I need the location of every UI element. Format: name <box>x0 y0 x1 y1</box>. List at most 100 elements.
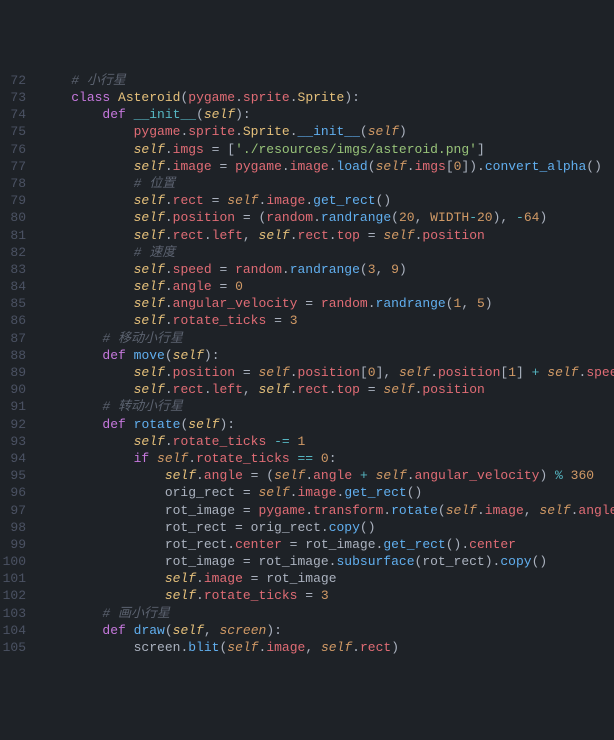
token-prop: transform <box>313 503 383 518</box>
token-punct: = <box>212 262 235 277</box>
token-prop: random <box>235 262 282 277</box>
code-line[interactable]: self.speed = random.randrange(3, 9) <box>40 261 614 278</box>
line-number: 81 <box>0 227 26 244</box>
token-func: rotate <box>391 503 438 518</box>
code-line[interactable]: rot_image = pygame.transform.rotate(self… <box>40 502 614 519</box>
code-line[interactable]: def rotate(self): <box>40 416 614 433</box>
code-line[interactable]: if self.rotate_ticks == 0: <box>40 450 614 467</box>
code-line[interactable]: self.rotate_ticks -= 1 <box>40 433 614 450</box>
token-func: convert_alpha <box>485 159 586 174</box>
token-punct: [ <box>360 365 368 380</box>
code-line[interactable]: self.rect = self.image.get_rect() <box>40 192 614 209</box>
token-op: - <box>516 210 524 225</box>
line-number: 82 <box>0 244 26 261</box>
token-plain <box>40 640 134 655</box>
code-line[interactable]: def __init__(self): <box>40 106 614 123</box>
code-editor[interactable]: 7273747576777879808182838485868788899091… <box>0 69 614 654</box>
code-line[interactable]: rot_rect.center = rot_image.get_rect().c… <box>40 536 614 553</box>
code-line[interactable]: self.image = pygame.image.load(self.imgs… <box>40 158 614 175</box>
token-param: self <box>383 228 414 243</box>
token-prop: random <box>266 210 313 225</box>
code-line[interactable]: # 画小行星 <box>40 605 614 622</box>
token-num: 0 <box>368 365 376 380</box>
token-func: draw <box>134 623 165 638</box>
token-func: copy <box>329 520 360 535</box>
code-line[interactable]: # 小行星 <box>40 72 614 89</box>
token-punct: rot_image <box>266 571 336 586</box>
code-line[interactable]: self.rotate_ticks = 3 <box>40 312 614 329</box>
token-num: 9 <box>391 262 399 277</box>
token-punct: . <box>235 90 243 105</box>
token-prop: left <box>212 228 243 243</box>
line-number: 103 <box>0 605 26 622</box>
line-number-gutter: 7273747576777879808182838485868788899091… <box>0 69 36 654</box>
token-special: __init__ <box>134 107 196 122</box>
token-punct: rot_image <box>165 503 243 518</box>
token-punct: . <box>352 640 360 655</box>
token-comment: # 移动小行星 <box>102 331 183 346</box>
code-line[interactable]: # 移动小行星 <box>40 330 614 347</box>
token-punct: . <box>165 159 173 174</box>
token-op: + <box>360 468 368 483</box>
code-line[interactable]: orig_rect = self.image.get_rect() <box>40 484 614 501</box>
token-plain <box>40 262 134 277</box>
token-plain <box>40 520 165 535</box>
token-num: 20 <box>399 210 415 225</box>
token-punct: rot_image <box>165 554 243 569</box>
code-line[interactable]: self.rotate_ticks = 3 <box>40 587 614 604</box>
token-func: get_rect <box>344 485 406 500</box>
token-prop: angle <box>204 468 243 483</box>
token-punct: . <box>305 503 313 518</box>
token-num: 1 <box>508 365 516 380</box>
token-class: Sprite <box>243 124 290 139</box>
token-punct: ( <box>219 640 227 655</box>
token-func: randrange <box>321 210 391 225</box>
token-punct: () <box>360 520 376 535</box>
token-prop: pygame <box>134 124 181 139</box>
token-num: 5 <box>477 296 485 311</box>
token-punct: . <box>305 193 313 208</box>
code-line[interactable]: self.angular_velocity = random.randrange… <box>40 295 614 312</box>
code-line[interactable]: self.rect.left, self.rect.top = self.pos… <box>40 381 614 398</box>
code-line[interactable]: # 转动小行星 <box>40 398 614 415</box>
token-prop: pygame <box>258 503 305 518</box>
code-line[interactable]: self.position = (random.randrange(20, WI… <box>40 209 614 226</box>
line-number: 95 <box>0 467 26 484</box>
line-number: 91 <box>0 398 26 415</box>
token-prop: position <box>173 365 235 380</box>
code-line[interactable]: def draw(self, screen): <box>40 622 614 639</box>
token-plain <box>40 107 102 122</box>
token-punct <box>290 434 298 449</box>
code-line[interactable]: class Asteroid(pygame.sprite.Sprite): <box>40 89 614 106</box>
token-punct: . <box>196 588 204 603</box>
token-prop: rotate_ticks <box>204 588 298 603</box>
token-prop: rect <box>173 228 204 243</box>
code-line[interactable]: pygame.sprite.Sprite.__init__(self) <box>40 123 614 140</box>
token-punct: [ <box>227 142 235 157</box>
code-line[interactable]: # 速度 <box>40 244 614 261</box>
token-punct: . <box>313 210 321 225</box>
token-string: './resources/imgs/asteroid.png' <box>235 142 477 157</box>
token-plain <box>40 588 165 603</box>
code-line[interactable]: screen.blit(self.image, self.rect) <box>40 639 614 656</box>
line-number: 85 <box>0 295 26 312</box>
code-line[interactable]: rot_rect = orig_rect.copy() <box>40 519 614 536</box>
line-number: 102 <box>0 587 26 604</box>
token-plain <box>40 210 134 225</box>
code-line[interactable]: def move(self): <box>40 347 614 364</box>
token-plain: rot_image <box>305 537 375 552</box>
token-punct: . <box>383 503 391 518</box>
code-line[interactable]: rot_image = rot_image.subsurface(rot_rec… <box>40 553 614 570</box>
code-line[interactable]: # 位置 <box>40 175 614 192</box>
code-content[interactable]: # 小行星 class Asteroid(pygame.sprite.Sprit… <box>36 69 614 654</box>
token-punct: . <box>329 382 337 397</box>
code-line[interactable]: self.angle = 0 <box>40 278 614 295</box>
code-line[interactable]: self.angle = (self.angle + self.angular_… <box>40 467 614 484</box>
code-line[interactable]: self.imgs = ['./resources/imgs/asteroid.… <box>40 141 614 158</box>
token-param: self <box>321 640 352 655</box>
code-line[interactable]: self.position = self.position[0], self.p… <box>40 364 614 381</box>
token-punct: = <box>243 503 259 518</box>
token-param: self <box>376 159 407 174</box>
token-punct: ) <box>539 210 547 225</box>
code-line[interactable]: self.rect.left, self.rect.top = self.pos… <box>40 227 614 244</box>
